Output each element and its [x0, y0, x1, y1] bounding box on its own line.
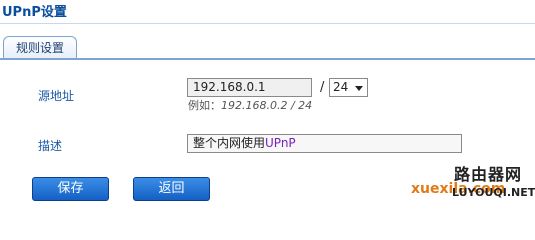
description-value-highlight: UPnP — [265, 136, 296, 150]
hint-example: 192.168.0.2 / 24 — [221, 99, 313, 112]
chevron-down-icon — [355, 86, 363, 91]
save-button[interactable]: 保存 — [32, 177, 109, 201]
back-button[interactable]: 返回 — [133, 177, 210, 201]
tab-divider — [0, 58, 535, 60]
source-address-label: 源地址 — [38, 89, 75, 103]
description-value: 整个内网使用 — [193, 136, 266, 150]
watermark-url-plain: LUYOUQI.NET — [452, 186, 535, 199]
source-address-input[interactable]: 192.168.0.1 — [187, 78, 312, 97]
mask-select-value: 24 — [333, 80, 349, 94]
page-title: UPnP设置 — [2, 5, 67, 20]
mask-separator: / — [320, 80, 325, 95]
description-label: 描述 — [38, 139, 63, 153]
description-input[interactable]: 整个内网使用UPnP — [187, 134, 462, 153]
title-divider — [0, 23, 535, 24]
mask-select[interactable]: 24 — [329, 78, 368, 97]
tab-rule-settings[interactable]: 规则设置 — [3, 36, 77, 59]
hint-prefix: 例如： — [188, 99, 221, 112]
source-address-hint: 例如：192.168.0.2 / 24 — [188, 97, 312, 113]
